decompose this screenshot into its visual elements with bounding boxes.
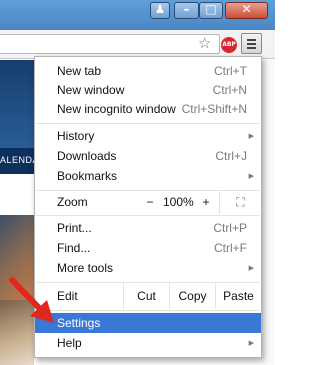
arrow-shaft xyxy=(9,277,45,314)
red-arrow-annotation xyxy=(9,277,54,323)
